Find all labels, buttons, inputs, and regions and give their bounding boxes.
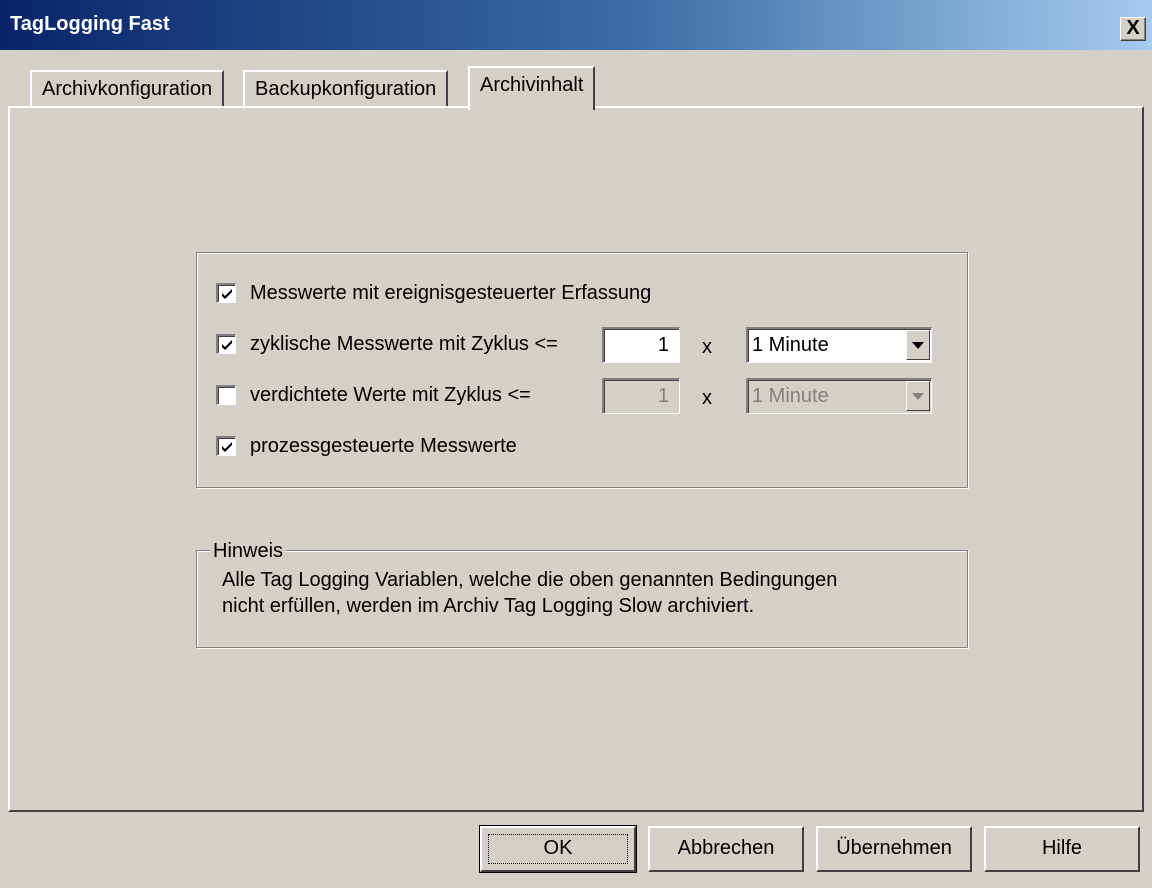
help-button-label: Hilfe (1041, 837, 1082, 859)
tab-panel-archivinhalt: Messwerte mit ereignisgesteuerter Erfass… (8, 106, 1144, 812)
apply-button[interactable]: Übernehmen (816, 826, 972, 872)
hint-text-line2: nicht erfüllen, werden im Archiv Tag Log… (222, 595, 755, 617)
chevron-down-icon (906, 381, 930, 411)
checkmark-icon (222, 442, 232, 452)
process-driven-checkbox[interactable] (216, 436, 236, 456)
checkmark-icon (222, 289, 232, 299)
cancel-button[interactable]: Abbrechen (648, 826, 804, 872)
hint-title: Hinweis (210, 540, 287, 563)
help-button[interactable]: Hilfe (984, 826, 1140, 872)
compressed-checkbox[interactable] (216, 385, 236, 405)
compressed-unit-select: 1 Minute (746, 378, 932, 414)
title-bar: TagLogging Fast X (0, 0, 1152, 50)
compressed-label: verdichtete Werte mit Zyklus <= (250, 384, 531, 406)
cyclic-unit-select[interactable]: 1 Minute (746, 327, 932, 363)
cyclic-times-label: x (702, 336, 712, 358)
cyclic-label: zyklische Messwerte mit Zyklus <= (250, 333, 558, 355)
window-title: TagLogging Fast (10, 13, 170, 35)
cyclic-unit-value: 1 Minute (752, 334, 829, 356)
chevron-down-icon[interactable] (906, 330, 930, 360)
cyclic-factor-input[interactable]: 1 (602, 327, 680, 363)
event-driven-label: Messwerte mit ereignisgesteuerter Erfass… (250, 282, 652, 304)
tab-archivkonfiguration[interactable]: Archivkonfiguration (30, 70, 225, 106)
compressed-times-label: x (702, 387, 712, 409)
process-driven-label: prozessgesteuerte Messwerte (250, 435, 517, 457)
close-button[interactable]: X (1120, 17, 1146, 41)
ok-button[interactable]: OK (479, 825, 637, 873)
tab-backupkonfiguration[interactable]: Backupkonfiguration (243, 70, 449, 106)
close-icon: X (1126, 17, 1140, 39)
compressed-factor-input: 1 (602, 378, 680, 414)
tab-archivinhalt[interactable]: Archivinhalt (468, 66, 596, 110)
cyclic-checkbox[interactable] (216, 334, 236, 354)
cancel-button-label: Abbrechen (677, 837, 775, 859)
checkmark-icon (222, 340, 232, 350)
apply-button-label: Übernehmen (836, 837, 952, 859)
compressed-unit-value: 1 Minute (752, 385, 829, 407)
ok-button-label: OK (543, 837, 573, 859)
hint-text-line1: Alle Tag Logging Variablen, welche die o… (222, 569, 838, 591)
event-driven-checkbox[interactable] (216, 283, 236, 303)
